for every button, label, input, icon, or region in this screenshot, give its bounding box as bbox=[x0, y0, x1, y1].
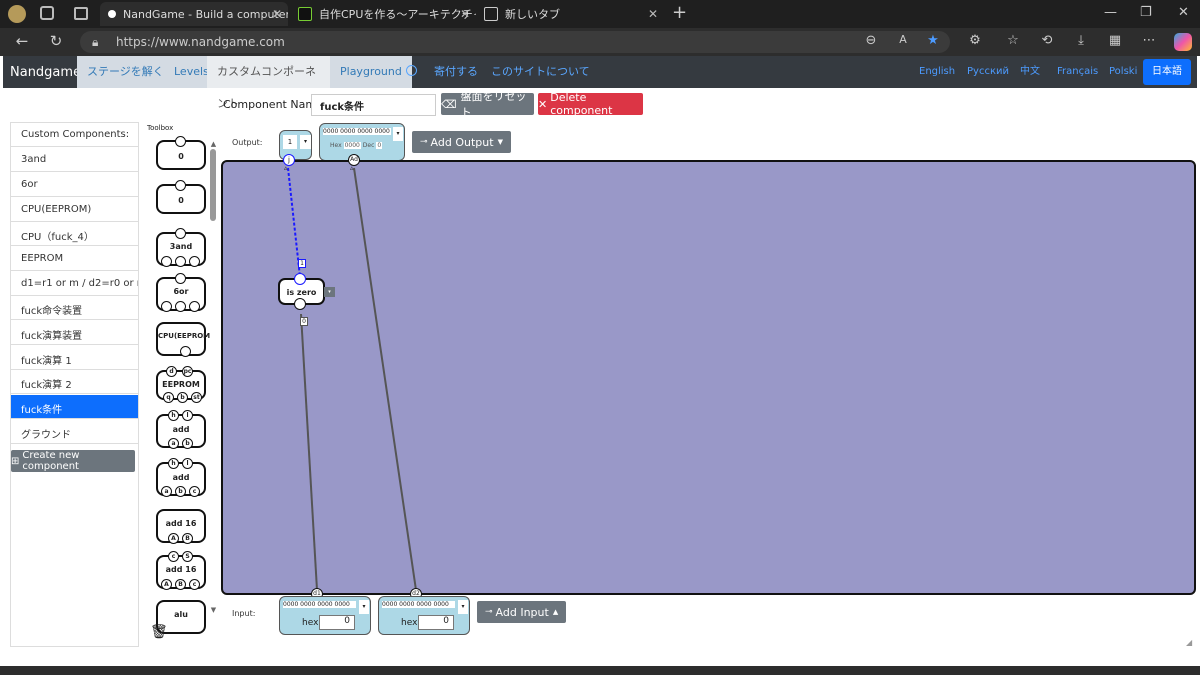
is-zero-input-pin[interactable] bbox=[294, 298, 306, 310]
connector-arrow-icon: ▵ bbox=[284, 164, 288, 172]
plug-icon: ⊸ bbox=[485, 607, 493, 617]
input-d1-hex-field[interactable]: 0 bbox=[319, 615, 355, 630]
wires-layer bbox=[287, 167, 417, 591]
dropdown-caret-icon[interactable]: ▾ bbox=[458, 600, 468, 614]
in-value-badge: 0 bbox=[300, 317, 308, 326]
input-d2-bits: 0000 0000 0000 0000 bbox=[382, 601, 455, 608]
is-zero-label: is zero bbox=[286, 288, 317, 297]
input-d1-box[interactable]: 0000 0000 0000 0000 ▾ hex 0 bbox=[279, 596, 371, 635]
wire-d1-to-is-zero bbox=[300, 313, 318, 591]
input-d2-box[interactable]: 0000 0000 0000 0000 ▾ hex 0 bbox=[378, 596, 470, 635]
add-input-label: Add Input bbox=[495, 605, 549, 619]
wire-d2-to-ad bbox=[353, 167, 417, 591]
resize-handle-icon[interactable]: ◢ bbox=[1186, 638, 1192, 647]
add-input-button[interactable]: ⊸ Add Input ▲ bbox=[477, 601, 567, 623]
bottom-bar bbox=[0, 666, 1200, 675]
input-d2-hex-field[interactable]: 0 bbox=[418, 615, 454, 630]
is-zero-menu-caret[interactable]: ▾ bbox=[324, 287, 335, 297]
out-value-badge: 1 bbox=[298, 259, 306, 268]
hex-label: hex bbox=[401, 618, 418, 628]
hex-label: hex bbox=[302, 618, 319, 628]
dropdown-caret-icon[interactable]: ▾ bbox=[359, 600, 369, 614]
input-d1-bits: 0000 0000 0000 0000 bbox=[283, 601, 356, 608]
caret-up-icon: ▲ bbox=[552, 608, 559, 616]
connector-arrow-icon: ▵ bbox=[350, 164, 354, 172]
input-label: Input: bbox=[232, 609, 256, 618]
is-zero-output-pin[interactable] bbox=[294, 273, 306, 285]
